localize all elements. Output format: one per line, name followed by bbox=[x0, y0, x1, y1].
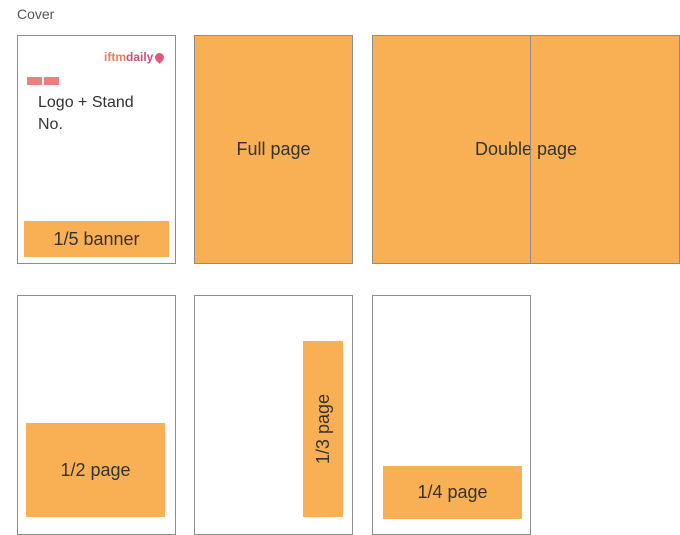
third-page-label: 1/3 page bbox=[312, 393, 333, 465]
full-page-label: Full page bbox=[236, 139, 311, 159]
half-page-label: 1/2 page bbox=[60, 459, 131, 480]
location-pin-icon bbox=[153, 50, 167, 64]
banner-ad-label: 1/5 banner bbox=[53, 228, 140, 249]
quarter-page-ad: 1/4 page bbox=[383, 466, 522, 519]
banner-ad: 1/5 banner bbox=[24, 221, 169, 257]
logo-placeholder-block bbox=[44, 77, 59, 85]
logo-stand-label: Logo + Stand No. bbox=[38, 94, 134, 133]
double-page-ad: Double page bbox=[372, 35, 680, 264]
brand-logo-part1: iftm bbox=[104, 50, 126, 64]
logo-placeholder bbox=[27, 77, 59, 85]
logo-placeholder-block bbox=[27, 77, 42, 85]
double-page-label: Double page bbox=[474, 139, 578, 159]
brand-logo: iftm daily bbox=[104, 50, 167, 64]
half-page-ad: 1/2 page bbox=[26, 423, 165, 517]
brand-logo-part2: daily bbox=[126, 50, 154, 64]
spread-divider bbox=[530, 35, 531, 264]
quarter-page-label: 1/4 page bbox=[417, 482, 488, 502]
third-page-ad: 1/3 page bbox=[303, 341, 343, 517]
full-page-ad: Full page bbox=[194, 35, 353, 264]
section-heading: Cover bbox=[17, 6, 55, 22]
